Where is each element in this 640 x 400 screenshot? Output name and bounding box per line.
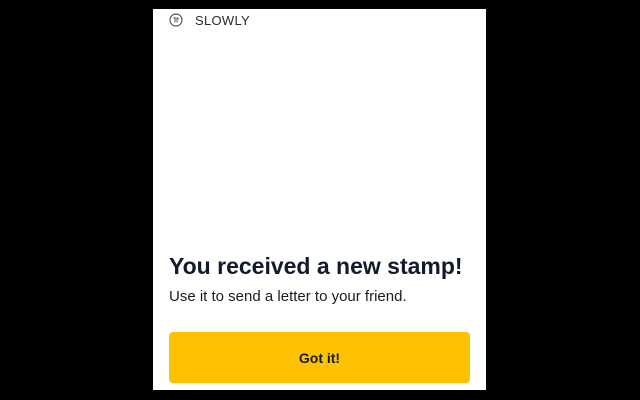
slowly-stamp-icon: [169, 13, 183, 27]
dialog-title: You received a new stamp!: [169, 253, 463, 279]
stamp-label: SLOWLY: [195, 12, 251, 28]
stamp-header: SLOWLY: [169, 12, 250, 28]
app-screen: SLOWLY You received a new stamp! Use it …: [153, 9, 486, 390]
dialog-message: Use it to send a letter to your friend.: [169, 288, 407, 305]
got-it-button[interactable]: Got it!: [169, 332, 470, 383]
